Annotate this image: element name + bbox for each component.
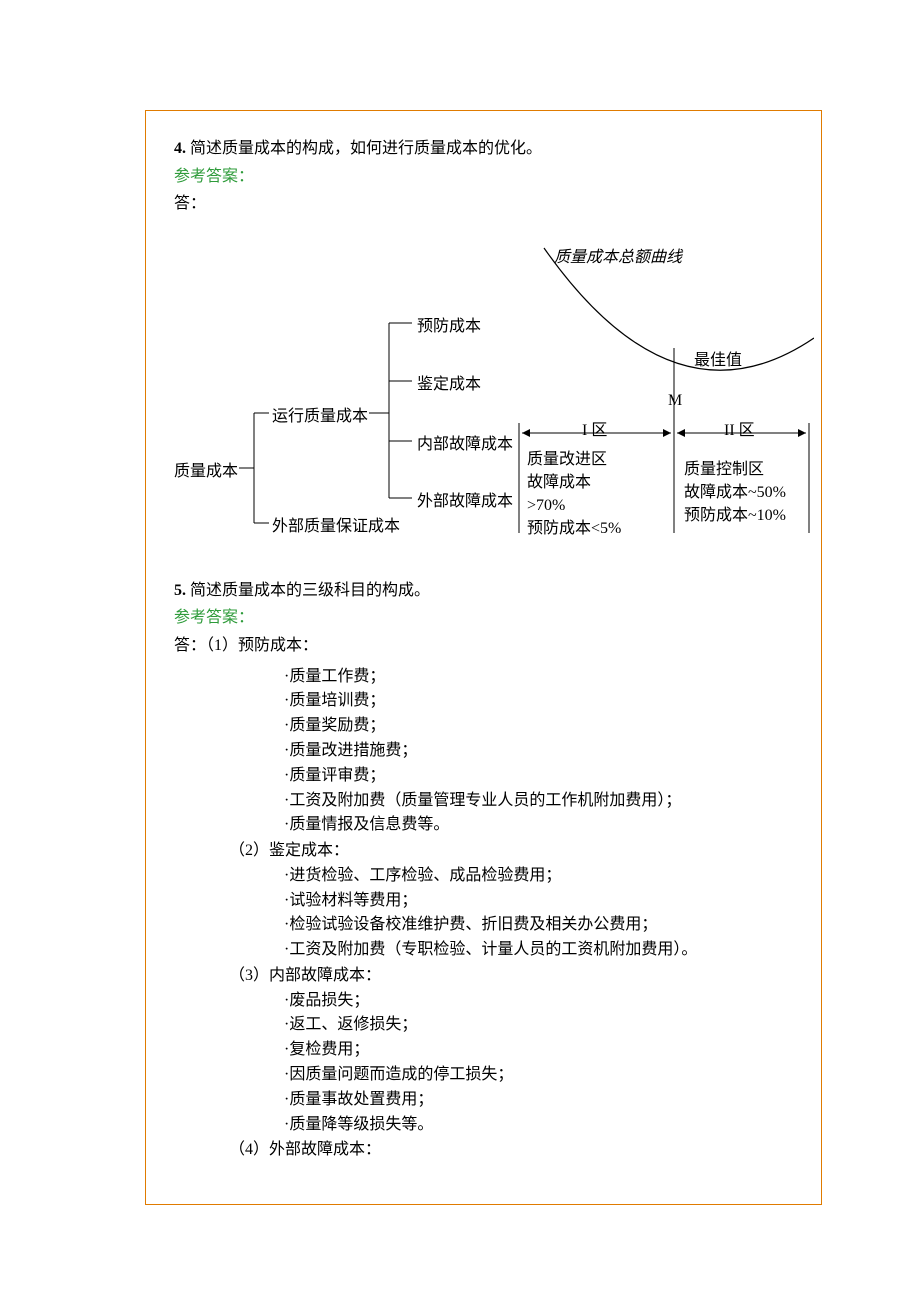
q5-section-3-head: （3）内部故障成本： (174, 963, 821, 989)
list-item: ·返工、返修损失； (174, 1013, 821, 1038)
zone-1-label: I 区 (582, 418, 607, 444)
list-item: ·质量评审费； (174, 764, 821, 789)
tree-leaf-internal-failure: 内部故障成本 (417, 432, 513, 458)
q4-text: 简述质量成本的构成，如何进行质量成本的优化。 (186, 140, 542, 157)
list-item: ·检验试验设备校准维护费、折旧费及相关办公费用； (174, 913, 821, 938)
q5-reference-answer-label: 参考答案： (174, 605, 821, 631)
page-frame: 4. 简述质量成本的构成，如何进行质量成本的优化。 参考答案： 答： (0, 0, 920, 1302)
question-4: 4. 简述质量成本的构成，如何进行质量成本的优化。 (174, 136, 821, 162)
tree-root: 质量成本 (174, 459, 238, 485)
tree-leaf-appraisal: 鉴定成本 (417, 372, 481, 398)
zone-1-text: 质量改进区 故障成本 >70% 预防成本<5% (527, 448, 621, 541)
list-item: ·质量奖励费； (174, 714, 821, 739)
zone-2-text: 质量控制区 故障成本~50% 预防成本~10% (684, 458, 786, 528)
q5-section-1-list: ·质量工作费； ·质量培训费； ·质量奖励费； ·质量改进措施费； ·质量评审费… (174, 665, 821, 839)
zone-1-title: 质量改进区 (527, 451, 607, 468)
zone-1-line-b: >70% (527, 497, 565, 514)
zone-2-label: II 区 (724, 418, 755, 444)
q5-number: 5. (174, 582, 186, 599)
list-item: ·进货检验、工序检验、成品检验费用； (174, 864, 821, 889)
list-item: ·工资及附加费（专职检验、计量人员的工资机附加费用）。 (174, 938, 821, 963)
zone-2-line-b: 预防成本~10% (684, 507, 786, 524)
list-item: ·质量事故处置费用； (174, 1088, 821, 1113)
curve-label: 质量成本总额曲线 (554, 245, 682, 271)
zone-2-title: 质量控制区 (684, 461, 764, 478)
list-item: ·因质量问题而造成的停工损失； (174, 1063, 821, 1088)
q5-section-4-head: （4）外部故障成本： (174, 1137, 821, 1163)
list-item: ·废品损失； (174, 989, 821, 1014)
list-item: ·质量工作费； (174, 665, 821, 690)
q5-section-3-list: ·废品损失； ·返工、返修损失； ·复检费用； ·因质量问题而造成的停工损失； … (174, 989, 821, 1138)
q5-section-2-list: ·进货检验、工序检验、成品检验费用； ·试验材料等费用； ·检验试验设备校准维护… (174, 864, 821, 963)
tree-branch-external-assurance: 外部质量保证成本 (272, 514, 400, 540)
zone-2-line-a: 故障成本~50% (684, 484, 786, 501)
zone-1-line-c: 预防成本<5% (527, 520, 621, 537)
q5-answer-section-1-head: 答：（1）预防成本： (174, 633, 821, 659)
q5-section-2-head: （2）鉴定成本： (174, 838, 821, 864)
q4-answer-label: 答： (174, 191, 821, 217)
tree-branch-operating: 运行质量成本 (272, 404, 368, 430)
q5-text: 简述质量成本的三级科目的构成。 (186, 582, 430, 599)
question-5: 5. 简述质量成本的三级科目的构成。 (174, 578, 821, 604)
zone-1-line-a: 故障成本 (527, 474, 591, 491)
tree-leaf-prevention: 预防成本 (417, 314, 481, 340)
best-value-label: 最佳值 (694, 348, 742, 374)
cost-diagram: 质量成本 运行质量成本 外部质量保证成本 预防成本 鉴定成本 内部故障成本 外部… (174, 223, 814, 568)
list-item: ·试验材料等费用； (174, 889, 821, 914)
list-item: ·工资及附加费（质量管理专业人员的工作机附加费用）； (174, 789, 821, 814)
m-label: M (668, 388, 682, 414)
q4-number: 4. (174, 140, 186, 157)
content-box: 4. 简述质量成本的构成，如何进行质量成本的优化。 参考答案： 答： (145, 110, 822, 1205)
tree-leaf-external-failure: 外部故障成本 (417, 489, 513, 515)
q4-reference-answer-label: 参考答案： (174, 164, 821, 190)
list-item: ·质量培训费； (174, 689, 821, 714)
list-item: ·质量改进措施费； (174, 739, 821, 764)
list-item: ·质量情报及信息费等。 (174, 813, 821, 838)
list-item: ·质量降等级损失等。 (174, 1113, 821, 1138)
list-item: ·复检费用； (174, 1038, 821, 1063)
